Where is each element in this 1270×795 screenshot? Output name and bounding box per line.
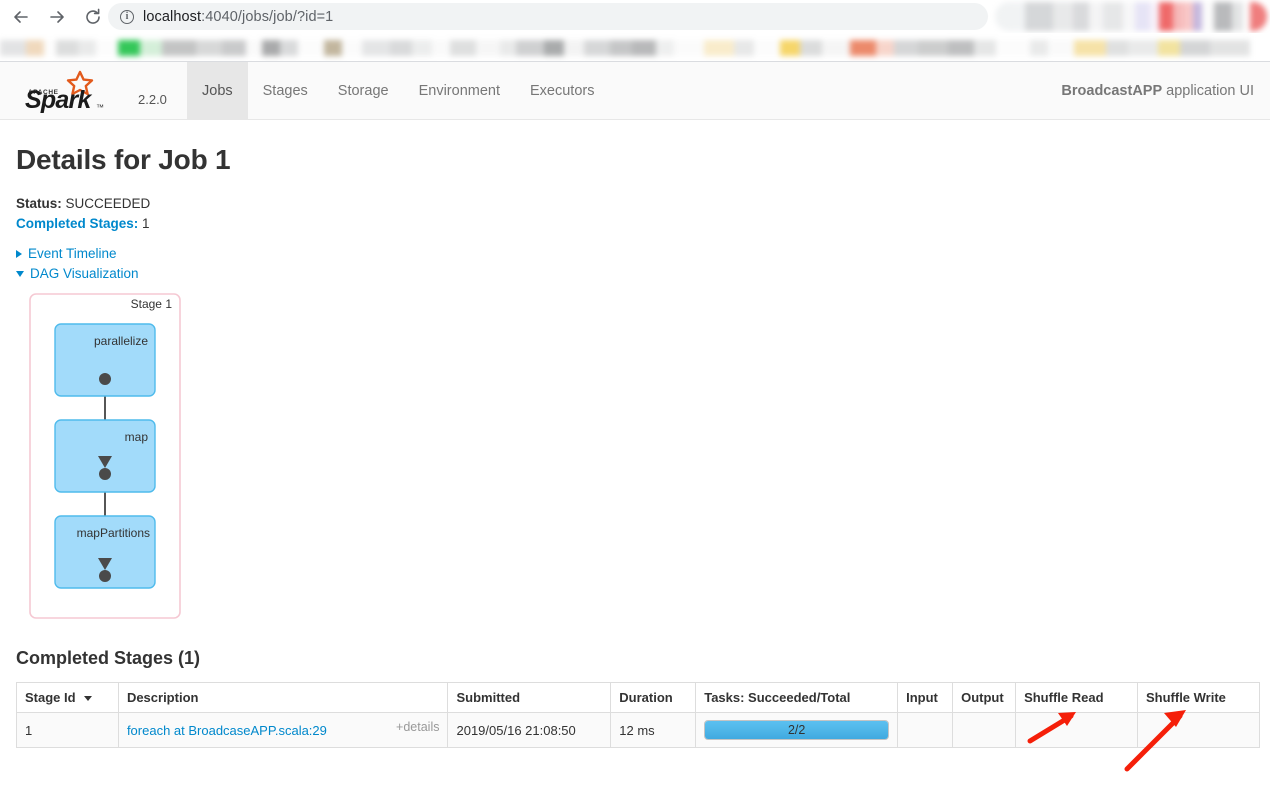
status-value: SUCCEEDED	[65, 196, 151, 211]
bookmarks-bar[interactable]	[0, 33, 1270, 62]
cell-duration: 12 ms	[610, 712, 697, 748]
tasks-progress-label: 2/2	[787, 723, 806, 737]
url-text: localhost:4040/jobs/job/?id=1	[143, 8, 334, 25]
cell-tasks: 2/2	[695, 712, 899, 748]
table-header-row: Stage Id Description Submitted Duration …	[16, 682, 1261, 713]
completed-stages-line: Completed Stages: 1	[16, 216, 150, 231]
event-timeline-toggle[interactable]: Event Timeline	[16, 246, 117, 261]
bookmarks-redacted	[0, 37, 1270, 59]
dag-node-parallelize[interactable]: parallelize	[54, 323, 156, 397]
chevron-right-icon	[16, 249, 22, 258]
forward-arrow-icon[interactable]	[42, 2, 72, 32]
application-ui-suffix: application UI	[1166, 83, 1254, 99]
column-header-input[interactable]: Input	[897, 682, 954, 713]
tab-stages[interactable]: Stages	[248, 62, 323, 120]
details-toggle[interactable]: +details	[396, 720, 439, 734]
cell-stage-id: 1	[16, 712, 119, 748]
column-header-output[interactable]: Output	[952, 682, 1017, 713]
page-content: Details for Job 1 Status: SUCCEEDED Comp…	[0, 120, 1270, 795]
browser-chrome: i localhost:4040/jobs/job/?id=1	[0, 0, 1270, 62]
event-timeline-label: Event Timeline	[28, 246, 117, 261]
svg-text:Spark: Spark	[25, 86, 92, 114]
cell-output	[952, 712, 1017, 748]
completed-stages-label[interactable]: Completed Stages:	[16, 216, 138, 231]
status-line: Status: SUCCEEDED	[16, 196, 150, 211]
nav-tabs: Jobs Stages Storage Environment Executor…	[187, 62, 609, 120]
tasks-progress-bar: 2/2	[704, 720, 890, 740]
column-label: Stage Id	[25, 690, 76, 705]
column-header-shuffle-read[interactable]: Shuffle Read	[1015, 682, 1138, 713]
cell-shuffle-write	[1136, 712, 1261, 748]
cell-description: foreach at BroadcaseAPP.scala:29 +detail…	[117, 712, 449, 748]
column-header-submitted[interactable]: Submitted	[447, 682, 612, 713]
column-header-description[interactable]: Description	[117, 682, 449, 713]
completed-stages-value: 1	[142, 216, 150, 231]
sort-descending-icon[interactable]	[83, 696, 92, 702]
dag-visualization-toggle[interactable]: DAG Visualization	[16, 266, 139, 281]
spark-version: 2.2.0	[138, 92, 167, 107]
table-row: 1 foreach at BroadcaseAPP.scala:29 +deta…	[16, 712, 1261, 748]
tab-storage[interactable]: Storage	[323, 62, 404, 120]
column-header-shuffle-write[interactable]: Shuffle Write	[1136, 682, 1261, 713]
spark-navbar: APACHE Spark ™ 2.2.0 Jobs Stages Storage…	[0, 62, 1270, 120]
back-arrow-icon[interactable]	[6, 2, 36, 32]
svg-text:™: ™	[96, 103, 104, 112]
reload-icon[interactable]	[78, 2, 108, 32]
address-bar[interactable]: i localhost:4040/jobs/job/?id=1	[108, 3, 988, 30]
browser-nav-row: i localhost:4040/jobs/job/?id=1	[0, 0, 1270, 33]
column-header-duration[interactable]: Duration	[610, 682, 697, 713]
status-label: Status:	[16, 196, 62, 211]
chevron-down-icon	[16, 270, 24, 277]
completed-stages-table: Stage Id Description Submitted Duration …	[16, 682, 1261, 748]
dag-visualization: Stage 1 parallelize map mapPartitions	[0, 288, 1270, 748]
stage-description-link[interactable]: foreach at BroadcaseAPP.scala:29	[127, 723, 327, 738]
tab-environment[interactable]: Environment	[404, 62, 515, 120]
application-name: BroadcastAPP	[1061, 83, 1163, 99]
info-circle-icon[interactable]: i	[120, 9, 134, 24]
cell-shuffle-read	[1015, 712, 1138, 748]
dag-node-label: map	[125, 430, 149, 444]
column-header-tasks[interactable]: Tasks: Succeeded/Total	[695, 682, 899, 713]
dag-node-mapPartitions[interactable]: mapPartitions	[54, 515, 156, 589]
dag-visualization-label: DAG Visualization	[30, 266, 139, 281]
tab-executors[interactable]: Executors	[515, 62, 609, 120]
tab-jobs[interactable]: Jobs	[187, 62, 248, 120]
browser-toolbar-redacted	[995, 2, 1267, 31]
application-ui-label: BroadcastAPP application UI	[1061, 62, 1254, 120]
spark-logo[interactable]: APACHE Spark ™ 2.2.0	[22, 70, 167, 114]
dag-stage-label: Stage 1	[131, 297, 173, 311]
completed-stages-heading: Completed Stages (1)	[16, 648, 201, 668]
dag-node-map[interactable]: map	[54, 419, 156, 493]
dag-node-label: parallelize	[94, 334, 148, 348]
dag-node-label: mapPartitions	[77, 526, 150, 540]
column-header-stage-id[interactable]: Stage Id	[16, 682, 119, 713]
page-title: Details for Job 1	[16, 144, 231, 175]
cell-submitted: 2019/05/16 21:08:50	[447, 712, 612, 748]
cell-input	[897, 712, 954, 748]
